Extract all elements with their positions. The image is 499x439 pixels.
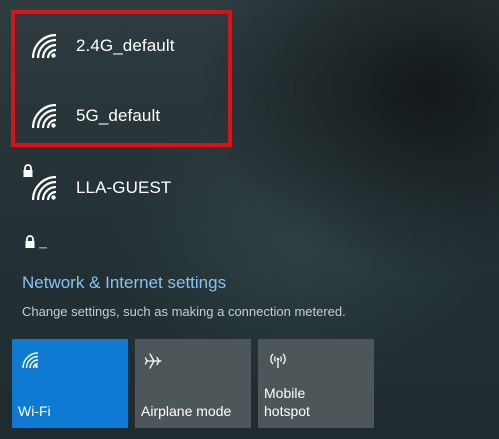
wifi-toggle-tile[interactable]: Wi-Fi bbox=[12, 339, 128, 428]
network-name: 5G_default bbox=[76, 106, 161, 125]
airplane-icon bbox=[144, 351, 164, 376]
wifi-icon bbox=[21, 351, 39, 374]
tile-label: Airplane mode bbox=[141, 403, 232, 419]
network-flyout: 2.4G_default 5G_default LLA-GUEST Networ… bbox=[0, 0, 499, 439]
tile-label: Mobile hotspot bbox=[264, 385, 310, 419]
mobile-hotspot-tile[interactable]: Mobile hotspot bbox=[258, 339, 374, 428]
hotspot-icon bbox=[267, 351, 289, 374]
network-item-5g-default[interactable]: 5G_default bbox=[14, 83, 224, 149]
network-name: LLA-GUEST bbox=[76, 178, 172, 197]
wifi-secured-icon bbox=[23, 164, 58, 202]
tile-label: Wi-Fi bbox=[18, 403, 51, 419]
network-item-partial[interactable] bbox=[14, 232, 74, 250]
network-item-lla-guest[interactable]: LLA-GUEST bbox=[14, 155, 224, 221]
lock-icon bbox=[23, 164, 33, 177]
network-internet-settings-link[interactable]: Network & Internet settings bbox=[22, 273, 226, 293]
wifi-signal-icon bbox=[30, 32, 58, 60]
lock-icon bbox=[25, 235, 47, 249]
wifi-signal-icon bbox=[30, 102, 58, 130]
settings-description: Change settings, such as making a connec… bbox=[22, 304, 346, 319]
network-item-2-4g-default[interactable]: 2.4G_default bbox=[14, 13, 224, 79]
airplane-mode-tile[interactable]: Airplane mode bbox=[135, 339, 251, 428]
network-name: 2.4G_default bbox=[76, 36, 175, 55]
